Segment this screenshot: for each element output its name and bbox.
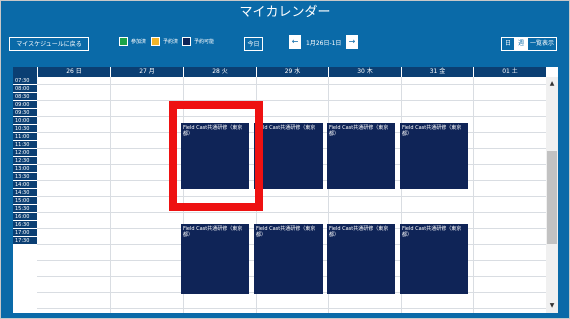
prev-week-button[interactable]: ← xyxy=(289,35,301,49)
column-divider xyxy=(473,77,474,313)
time-slot-label: 14:30 xyxy=(13,189,37,197)
time-slot-label: 13:00 xyxy=(13,165,37,173)
page-title: マイカレンダー xyxy=(239,5,331,20)
legend-label: 予約可能 xyxy=(194,39,215,45)
week-calendar-grid: 26 日 27 月 28 火 29 水 30 木 31 金 01 土 07:30… xyxy=(13,67,558,313)
time-slot-label: 08:30 xyxy=(13,93,37,101)
highlight-box xyxy=(169,101,263,211)
time-slot-label: 14:00 xyxy=(13,181,37,189)
day-header: 29 水 xyxy=(256,67,328,77)
legend-swatch-yellow xyxy=(151,37,160,46)
view-list-button[interactable]: 一覧表示 xyxy=(527,38,556,50)
time-slot-label: 08:00 xyxy=(13,85,37,93)
legend-swatch-navy xyxy=(182,37,191,46)
day-header-row: 26 日 27 月 28 火 29 水 30 木 31 金 01 土 xyxy=(13,67,546,77)
legend-attended: 参加済 xyxy=(119,36,146,48)
scroll-down-icon[interactable]: ▼ xyxy=(546,301,558,311)
day-header: 30 木 xyxy=(328,67,401,77)
time-slot-label: 10:30 xyxy=(13,125,37,133)
legend-swatch-green xyxy=(119,37,128,46)
day-header: 31 金 xyxy=(401,67,473,77)
event-block[interactable]: Field Cast共通研修（東京都） xyxy=(181,224,249,294)
time-slot-label: 12:30 xyxy=(13,157,37,165)
scrollbar-thumb[interactable] xyxy=(547,151,557,244)
grid-line xyxy=(37,308,546,309)
time-slot-label: 10:00 xyxy=(13,117,37,125)
grid-line xyxy=(37,116,546,117)
time-slot-label: 07:30 xyxy=(13,77,37,85)
date-range-label: 1月26日-1日 xyxy=(306,40,342,47)
legend-booked: 予約済 xyxy=(151,36,178,48)
view-day-button[interactable]: 日 xyxy=(502,38,514,50)
grid-line xyxy=(37,100,546,101)
time-slot-label: 15:30 xyxy=(13,205,37,213)
day-header: 01 土 xyxy=(473,67,546,77)
toolbar: マイスケジュールに戻る 参加済 予約済 予約可能 今日 ← 1月26日-1日 →… xyxy=(1,27,569,61)
arrow-right-icon: → xyxy=(348,37,356,46)
back-to-my-schedule-button[interactable]: マイスケジュールに戻る xyxy=(9,37,89,51)
event-block[interactable]: Field Cast共通研修（東京都） xyxy=(400,123,468,189)
calendar-window: マイカレンダー マイスケジュールに戻る 参加済 予約済 予約可能 今日 ← 1月… xyxy=(0,0,570,319)
event-block[interactable]: Field Cast共通研修（東京都） xyxy=(254,224,323,294)
time-slot-label: 13:30 xyxy=(13,173,37,181)
today-button[interactable]: 今日 xyxy=(244,37,263,51)
time-slot-label: 12:00 xyxy=(13,149,37,157)
view-switcher: 日 週 一覧表示 xyxy=(501,37,557,51)
day-header: 27 月 xyxy=(110,67,183,77)
time-slot-label: 16:30 xyxy=(13,221,37,229)
legend-label: 予約済 xyxy=(163,39,179,45)
event-block[interactable]: Field Cast共通研修（東京都） xyxy=(327,224,395,294)
column-divider xyxy=(110,77,111,313)
grid-line xyxy=(37,212,546,213)
time-slot-label: 15:00 xyxy=(13,197,37,205)
time-slot-label: 17:30 xyxy=(13,237,37,245)
time-slot-label: 09:00 xyxy=(13,101,37,109)
time-slot-label: 11:30 xyxy=(13,141,37,149)
day-header: 26 日 xyxy=(37,67,110,77)
event-block[interactable]: Field Cast共通研修（東京都） xyxy=(327,123,395,189)
event-block[interactable]: Field Cast共通研修（東京都） xyxy=(400,224,468,294)
event-block[interactable]: Field Cast共通研修（東京都） xyxy=(254,123,323,189)
view-week-button[interactable]: 週 xyxy=(514,38,527,50)
time-slot-label: 09:30 xyxy=(13,109,37,117)
time-slot-label: 16:00 xyxy=(13,213,37,221)
arrow-left-icon: ← xyxy=(291,37,299,46)
scroll-up-icon[interactable]: ▲ xyxy=(546,79,558,89)
vertical-scrollbar[interactable]: ▲ ▼ xyxy=(546,77,558,313)
grid-line xyxy=(37,196,546,197)
day-header: 28 火 xyxy=(183,67,256,77)
legend-available: 予約可能 xyxy=(182,36,214,48)
time-slot-label: 11:00 xyxy=(13,133,37,141)
next-week-button[interactable]: → xyxy=(346,35,358,49)
time-slot-label: 17:00 xyxy=(13,229,37,237)
legend-label: 参加済 xyxy=(131,39,147,45)
grid-line xyxy=(37,84,546,85)
